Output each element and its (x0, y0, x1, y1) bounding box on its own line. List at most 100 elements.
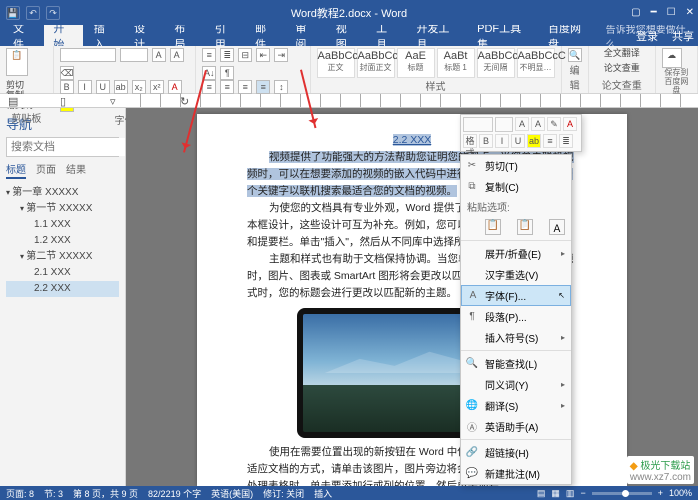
mini-brush-icon[interactable]: ✎ (547, 117, 561, 131)
ctx-para[interactable]: ¶段落(P)... (461, 306, 571, 327)
style-item-2[interactable]: AaE标题 (397, 48, 435, 78)
grow-font-icon[interactable]: A (152, 48, 166, 62)
find-icon[interactable]: 🔍 (568, 48, 582, 62)
mini-highlight-icon[interactable]: ab (527, 134, 541, 148)
paste-merge-icon[interactable]: 📋 (517, 219, 533, 235)
shrink-font-icon[interactable]: A (170, 48, 184, 62)
nav-node-1[interactable]: 第一节 XXXXX (6, 201, 119, 217)
bold-icon[interactable]: B (60, 80, 74, 94)
nav-tab-headings[interactable]: 标题 (6, 161, 26, 179)
ctx-link[interactable]: 🔗超链接(H) (461, 442, 571, 463)
ctx-paste-options[interactable]: 📋 📋 Ａ (461, 216, 571, 238)
mini-font-name[interactable] (463, 117, 493, 132)
horizontal-ruler[interactable] (140, 94, 684, 107)
share-button[interactable]: 共享 (672, 28, 694, 44)
ctx-ime[interactable]: 汉字重选(V) (461, 264, 571, 285)
status-insert[interactable]: 插入 (314, 487, 332, 500)
ctx-font[interactable]: A字体(F)...↖ (461, 285, 571, 306)
align-right-icon[interactable]: ≡ (238, 80, 252, 94)
zoom-slider[interactable] (592, 492, 652, 495)
paste-keep-icon[interactable]: 📋 (485, 219, 501, 235)
mini-numbering-icon[interactable]: ≣ (559, 134, 573, 148)
zoom-out-icon[interactable]: − (580, 488, 585, 498)
mini-italic-icon[interactable]: I (495, 134, 509, 148)
ctx-symbol[interactable]: 插入符号(S) (461, 327, 571, 348)
translate-button[interactable]: 全文翻译 (604, 48, 640, 59)
zoom-in-icon[interactable]: + (658, 488, 663, 498)
mini-bullets-icon[interactable]: ≡ (543, 134, 557, 148)
mini-font-size[interactable] (495, 117, 513, 132)
nav-tab-pages[interactable]: 页面 (36, 161, 56, 179)
style-item-1[interactable]: AaBbCcDc封面正文 (357, 48, 395, 78)
font-color-icon[interactable]: A (168, 80, 182, 94)
indent-inc-icon[interactable]: ⇥ (274, 48, 288, 62)
ctx-copy[interactable]: ⧉复制(C) (461, 176, 571, 197)
italic-icon[interactable]: I (78, 80, 92, 94)
view-read-icon[interactable]: ▤ (537, 488, 546, 499)
align-left-icon[interactable]: ≡ (202, 80, 216, 94)
ctx-cut[interactable]: ✂剪切(T) (461, 155, 571, 176)
status-section[interactable]: 节: 3 (44, 487, 63, 500)
save-icon[interactable]: 💾 (6, 6, 20, 20)
account-login[interactable]: 登录 (636, 28, 658, 44)
ctx-translate[interactable]: 🌐翻译(S) (461, 395, 571, 416)
line-spacing-icon[interactable]: ↕ (274, 80, 288, 94)
font-name-select[interactable] (60, 48, 116, 62)
align-center-icon[interactable]: ≡ (220, 80, 234, 94)
nav-node-5[interactable]: 2.1 XXX (6, 265, 119, 281)
ctx-expand[interactable]: 展开/折叠(E) (461, 243, 571, 264)
marker-icon[interactable]: ▿ (110, 95, 116, 108)
align-justify-icon[interactable]: ≡ (256, 80, 270, 94)
nav-node-2[interactable]: 1.1 XXX (6, 217, 119, 233)
ctx-lang[interactable]: Ⓐ英语助手(A) (461, 416, 571, 437)
redo-icon[interactable]: ↷ (46, 6, 60, 20)
nav-node-0[interactable]: 第一章 XXXXX (6, 185, 119, 201)
status-lang[interactable]: 英语(美国) (211, 487, 253, 500)
nav-toggle-icon[interactable]: ▤ (8, 95, 18, 108)
superscript-icon[interactable]: x² (150, 80, 164, 94)
strike-icon[interactable]: ab (114, 80, 128, 94)
cut-button[interactable]: 剪切 (6, 80, 33, 90)
marks-icon[interactable]: ¶ (220, 66, 234, 80)
undo-icon[interactable]: ↶ (26, 6, 40, 20)
style-item-4[interactable]: AaBbCcD无间隔 (477, 48, 515, 78)
status-words[interactable]: 82/2219 个字 (148, 487, 201, 500)
zoom-value[interactable]: 100% (669, 488, 692, 498)
paper-check-a[interactable]: 论文查重 (604, 63, 640, 74)
maximize-icon[interactable]: ☐ (667, 7, 676, 18)
font-size-select[interactable] (120, 48, 148, 62)
search-input[interactable] (7, 138, 126, 156)
ribbon-options-icon[interactable]: ▢ (631, 7, 640, 18)
nav-node-3[interactable]: 1.2 XXX (6, 233, 119, 249)
mini-bold-icon[interactable]: B (479, 134, 493, 148)
mini-fontcolor-icon[interactable]: A (563, 117, 577, 131)
style-item-5[interactable]: AaBbCcC不明显… (517, 48, 555, 78)
mini-style-icon[interactable]: 格式 (463, 134, 477, 148)
underline-icon[interactable]: U (96, 80, 110, 94)
mini-shrink-icon[interactable]: A (531, 117, 545, 131)
mini-grow-icon[interactable]: A (515, 117, 529, 131)
nav-tab-results[interactable]: 结果 (66, 161, 86, 179)
nav-node-6[interactable]: 2.2 XXX (6, 281, 119, 297)
bullets-icon[interactable]: ≡ (202, 48, 216, 62)
status-page[interactable]: 页面: 8 (6, 487, 34, 500)
nav-search[interactable]: 🔍 (6, 137, 119, 157)
numbering-icon[interactable]: ≣ (220, 48, 234, 62)
view-web-icon[interactable]: ▥ (566, 488, 575, 499)
heading-2-2[interactable]: 2.2 XXX (393, 134, 432, 146)
ctx-comment[interactable]: 💬新建批注(M) (461, 463, 571, 484)
ctx-lookup[interactable]: 🔍智能查找(L) (461, 353, 571, 374)
subscript-icon[interactable]: x₂ (132, 80, 146, 94)
baidu-icon[interactable]: ☁ (662, 48, 682, 68)
nav-node-4[interactable]: 第二节 XXXXX (6, 249, 119, 265)
mini-underline-icon[interactable]: U (511, 134, 525, 148)
style-item-0[interactable]: AaBbCcDc正文 (317, 48, 355, 78)
multilevel-icon[interactable]: ⊟ (238, 48, 252, 62)
status-track[interactable]: 修订: 关闭 (263, 487, 304, 500)
paste-button[interactable]: 📋 (6, 48, 28, 76)
ctx-synonym[interactable]: 同义词(Y) (461, 374, 571, 395)
paste-text-icon[interactable]: Ａ (549, 219, 565, 235)
style-item-3[interactable]: AaBt标题 1 (437, 48, 475, 78)
status-pages[interactable]: 第 8 页，共 9 页 (73, 487, 138, 500)
indent-dec-icon[interactable]: ⇤ (256, 48, 270, 62)
